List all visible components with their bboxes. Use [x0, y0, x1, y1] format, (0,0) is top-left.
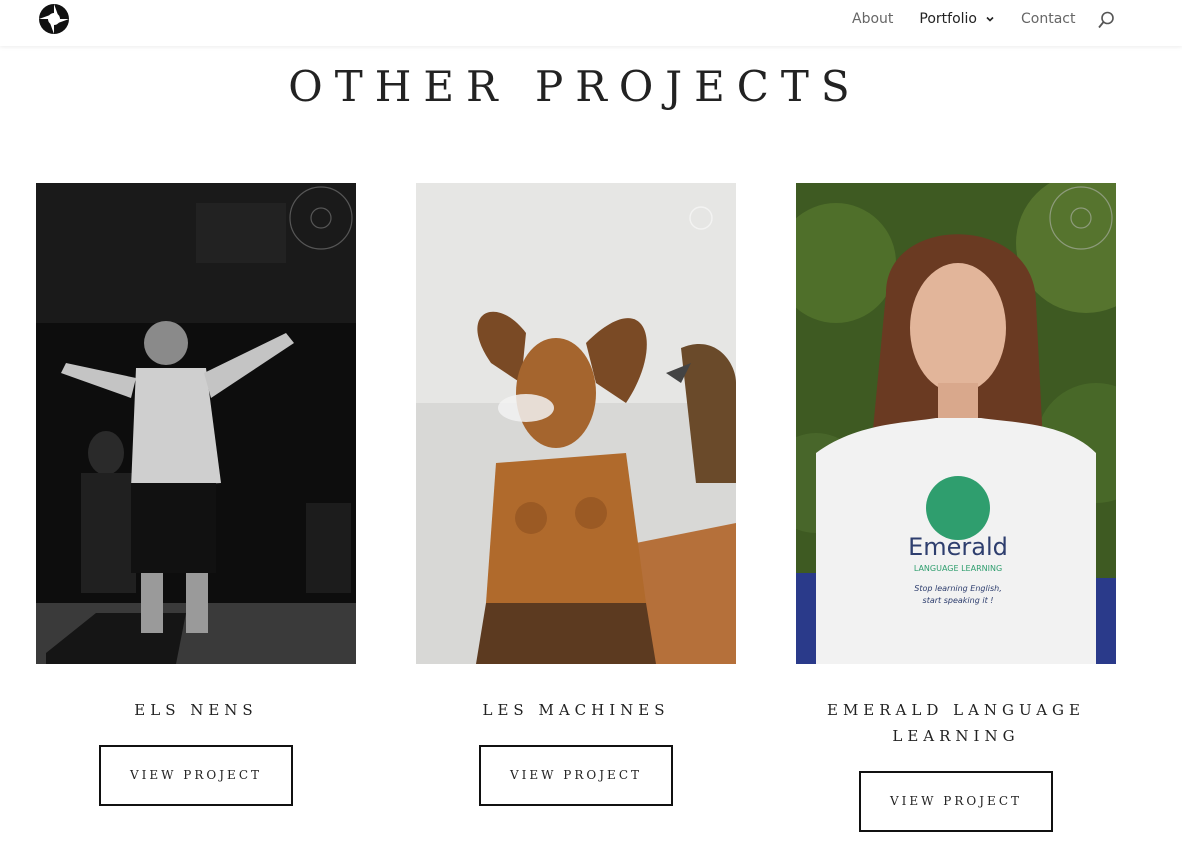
project-card-els-nens: ELS NENS VIEW PROJECT [36, 183, 356, 806]
portrait-photo: Emerald LANGUAGE LEARNING Stop learning … [796, 183, 1116, 664]
machine-statue-photo [416, 183, 736, 664]
tshirt-tagline-1: Stop learning English, [914, 584, 1001, 593]
nav-portfolio[interactable]: Portfolio [919, 11, 995, 27]
main-nav: About Portfolio Contact [852, 11, 1075, 27]
nav-contact[interactable]: Contact [1021, 11, 1075, 27]
aperture-watermark-icon [289, 186, 353, 250]
nav-about[interactable]: About [852, 11, 893, 27]
aperture-watermark-icon [689, 206, 713, 230]
view-project-button[interactable]: VIEW PROJECT [479, 745, 673, 806]
tshirt-sub: LANGUAGE LEARNING [914, 564, 1002, 573]
project-title: ELS NENS [134, 701, 258, 719]
tshirt-tagline-2: start speaking it ! [923, 596, 994, 605]
project-image-emerald[interactable]: Emerald LANGUAGE LEARNING Stop learning … [796, 183, 1116, 664]
tshirt-brand: Emerald [908, 533, 1008, 561]
project-title: EMERALD LANGUAGE LEARNING [827, 701, 1085, 745]
project-image-les-machines[interactable] [416, 183, 736, 664]
project-image-els-nens[interactable] [36, 183, 356, 664]
aperture-logo-icon[interactable] [38, 3, 70, 35]
search-icon[interactable] [1097, 11, 1115, 29]
chevron-down-icon [986, 16, 994, 22]
nav-portfolio-label: Portfolio [919, 11, 977, 27]
project-title: LES MACHINES [482, 701, 670, 719]
view-project-button[interactable]: VIEW PROJECT [99, 745, 293, 806]
concert-photo [36, 183, 356, 664]
page-title: OTHER PROJECTS [288, 62, 862, 111]
project-card-les-machines: LES MACHINES VIEW PROJECT [416, 183, 736, 806]
site-header: About Portfolio Contact [0, 0, 1182, 46]
view-project-button[interactable]: VIEW PROJECT [859, 771, 1053, 832]
project-card-emerald: Emerald LANGUAGE LEARNING Stop learning … [796, 183, 1116, 832]
aperture-watermark-icon [1049, 186, 1113, 250]
